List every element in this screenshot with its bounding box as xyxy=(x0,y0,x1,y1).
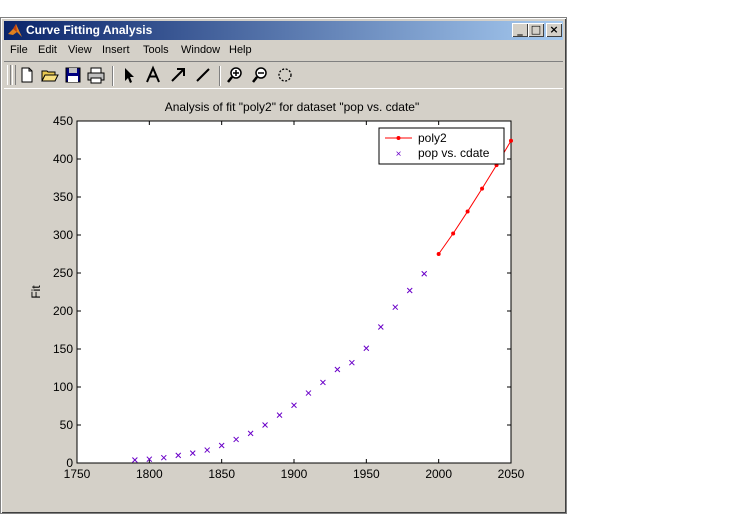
x-tick-label: 1800 xyxy=(136,467,163,481)
legend[interactable]: poly2 × pop vs. cdate xyxy=(378,127,505,165)
y-tick-label: 400 xyxy=(53,152,73,166)
fit-point xyxy=(509,138,513,143)
legend-marker-data: × xyxy=(396,149,402,160)
y-tick-label: 50 xyxy=(60,418,74,432)
fit-point xyxy=(465,209,470,214)
chart-title: Analysis of fit "poly2" for dataset "pop… xyxy=(165,100,420,114)
x-tick-label: 2050 xyxy=(498,467,525,481)
y-tick-label: 250 xyxy=(53,266,73,280)
y-tick-label: 300 xyxy=(53,228,73,242)
y-tick-label: 0 xyxy=(66,456,73,470)
plot-area: Analysis of fit "poly2" for dataset "pop… xyxy=(29,100,525,481)
y-axis-label: Fit xyxy=(29,285,43,299)
y-tick-label: 350 xyxy=(53,190,73,204)
y-tick-label: 450 xyxy=(53,114,73,128)
x-tick-label: 1950 xyxy=(353,467,380,481)
fit-point xyxy=(451,231,456,236)
legend-dot-poly2 xyxy=(396,136,401,140)
fit-point xyxy=(436,252,441,256)
y-tick-label: 100 xyxy=(53,380,73,394)
axes-box[interactable] xyxy=(76,120,512,464)
legend-label-data: pop vs. cdate xyxy=(418,146,490,160)
x-tick-label: 1900 xyxy=(281,467,308,481)
y-tick-label: 150 xyxy=(53,342,73,356)
x-tick-label: 1850 xyxy=(208,467,235,481)
y-tick-label: 200 xyxy=(53,304,73,318)
legend-label-poly2: poly2 xyxy=(418,131,447,145)
x-tick-label: 2000 xyxy=(425,467,452,481)
fit-point xyxy=(480,186,485,191)
